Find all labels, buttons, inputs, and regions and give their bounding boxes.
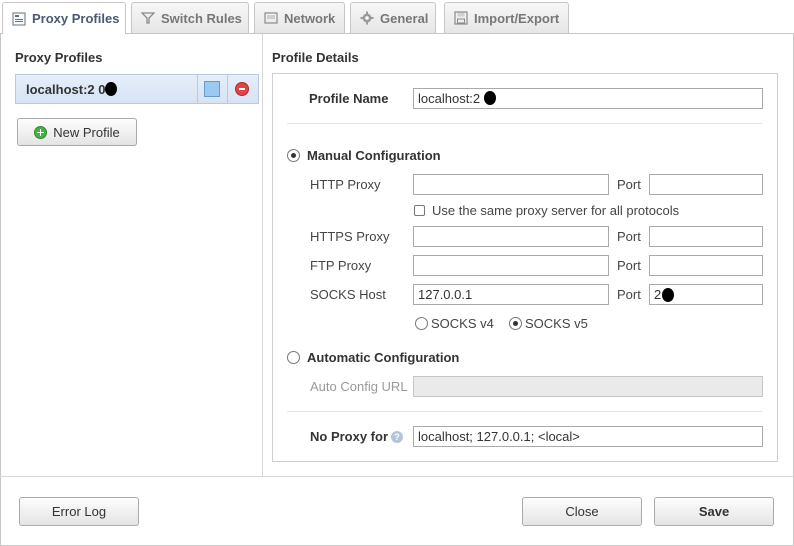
http-proxy-input[interactable]: [413, 174, 609, 195]
no-proxy-label: No Proxy for: [310, 429, 389, 444]
divider: [197, 75, 198, 103]
proxy-profiles-icon: [12, 12, 26, 26]
separator: [287, 123, 762, 124]
socks-host-input[interactable]: 127.0.0.1: [413, 284, 609, 305]
tab-proxy-profiles[interactable]: Proxy Profiles: [2, 2, 126, 34]
help-icon[interactable]: ?: [391, 431, 403, 443]
tab-network[interactable]: Network: [254, 2, 345, 33]
redaction-mark: [484, 91, 496, 105]
tab-bar: Proxy Profiles Switch Rules Network Gene…: [0, 0, 794, 34]
details-title: Profile Details: [272, 50, 359, 65]
error-log-button[interactable]: Error Log: [19, 497, 139, 526]
https-port-label: Port: [617, 229, 641, 244]
separator: [287, 411, 762, 412]
profile-name-input[interactable]: localhost:2 0: [413, 88, 763, 109]
save-label: Save: [698, 504, 730, 519]
gear-icon: [360, 11, 374, 25]
socks-host-label: SOCKS Host: [310, 287, 386, 302]
profile-name-label: Profile Name: [309, 91, 389, 106]
save-button[interactable]: Save: [654, 497, 774, 526]
socks-v4-radio[interactable]: [415, 317, 428, 330]
profile-name-value: localhost:2 0: [418, 91, 491, 106]
sidebar-title: Proxy Profiles: [15, 50, 103, 65]
delete-profile-icon[interactable]: [235, 82, 249, 96]
ftp-proxy-label: FTP Proxy: [310, 258, 372, 273]
footer-divider: [0, 476, 794, 477]
profile-color-swatch[interactable]: [204, 81, 220, 97]
http-proxy-label: HTTP Proxy: [310, 177, 381, 192]
auto-config-label: Automatic Configuration: [307, 350, 460, 365]
socks-host-value: 127.0.0.1: [418, 287, 473, 302]
https-port-input[interactable]: [649, 226, 763, 247]
socks-v5-label: SOCKS v5: [525, 316, 588, 331]
new-profile-button[interactable]: New Profile: [17, 118, 137, 146]
new-profile-label: New Profile: [53, 124, 120, 140]
divider: [227, 75, 228, 103]
socks-port-label: Port: [617, 287, 641, 302]
tab-label: General: [380, 10, 429, 26]
tab-label: Network: [284, 10, 336, 26]
network-icon: [264, 11, 278, 25]
add-icon: [34, 125, 48, 139]
socks-v4-label: SOCKS v4: [431, 316, 494, 331]
manual-config-radio[interactable]: [287, 149, 300, 162]
redaction-mark: [105, 82, 117, 96]
error-log-label: Error Log: [51, 504, 107, 519]
tab-label: Import/Export: [474, 10, 560, 26]
ftp-proxy-input[interactable]: [413, 255, 609, 276]
redaction-mark: [662, 288, 674, 302]
same-proxy-checkbox[interactable]: [414, 205, 425, 216]
profile-list-item[interactable]: localhost:2 0: [15, 74, 259, 104]
tab-switch-rules[interactable]: Switch Rules: [131, 2, 249, 33]
close-button[interactable]: Close: [522, 497, 642, 526]
same-proxy-label: Use the same proxy server for all protoc…: [432, 203, 680, 218]
profile-label: localhost:2 0: [26, 82, 106, 97]
auto-config-url-input[interactable]: [413, 376, 763, 397]
tab-label: Proxy Profiles: [32, 11, 120, 26]
https-proxy-label: HTTPS Proxy: [310, 229, 390, 244]
https-proxy-input[interactable]: [413, 226, 609, 247]
ftp-port-label: Port: [617, 258, 641, 273]
ftp-port-input[interactable]: [649, 255, 763, 276]
save-icon: [454, 11, 468, 25]
tab-label: Switch Rules: [161, 10, 242, 26]
tab-import-export[interactable]: Import/Export: [444, 2, 569, 33]
socks-v5-radio[interactable]: [509, 317, 522, 330]
no-proxy-input[interactable]: localhost; 127.0.0.1; <local>: [413, 426, 763, 447]
close-label: Close: [565, 504, 599, 519]
http-port-label: Port: [617, 177, 641, 192]
tab-general[interactable]: General: [350, 2, 436, 33]
no-proxy-value: localhost; 127.0.0.1; <local>: [418, 429, 580, 444]
manual-config-label: Manual Configuration: [307, 148, 441, 163]
http-port-input[interactable]: [649, 174, 763, 195]
auto-config-url-label: Auto Config URL: [310, 379, 408, 394]
filter-icon: [140, 11, 156, 25]
auto-config-radio[interactable]: [287, 351, 300, 364]
